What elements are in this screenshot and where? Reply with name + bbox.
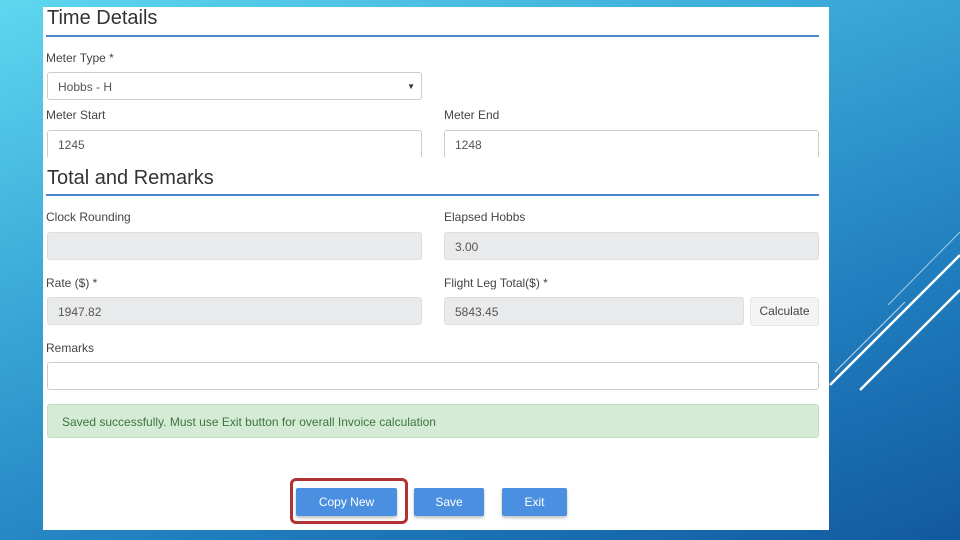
- time-details-form: Time Details Meter Type * Hobbs - H ▼ Me…: [43, 7, 829, 530]
- meter-type-label: Meter Type *: [46, 51, 114, 65]
- clock-rounding-label: Clock Rounding: [46, 210, 131, 224]
- rate-field: 1947.82: [47, 297, 422, 325]
- rate-label: Rate ($) *: [46, 276, 98, 290]
- save-button[interactable]: Save: [414, 488, 484, 516]
- remarks-label: Remarks: [46, 341, 95, 355]
- flight-leg-total-label: Flight Leg Total($) *: [444, 276, 548, 290]
- exit-button[interactable]: Exit: [502, 488, 567, 516]
- elapsed-hobbs-label: Elapsed Hobbs: [444, 210, 526, 224]
- meter-type-value: Hobbs - H: [58, 80, 113, 94]
- dropdown-arrow-icon: ▼: [407, 82, 415, 91]
- meter-type-select[interactable]: Hobbs - H ▼: [47, 72, 422, 100]
- meter-end-input[interactable]: 1248: [444, 130, 819, 157]
- meter-end-label: Meter End: [444, 108, 500, 122]
- remarks-input[interactable]: [47, 362, 819, 390]
- calculate-button[interactable]: Calculate: [750, 297, 819, 326]
- meter-start-label: Meter Start: [46, 108, 106, 122]
- copy-new-highlight: [290, 478, 408, 524]
- success-alert: Saved successfully. Must use Exit button…: [47, 404, 819, 438]
- time-details-heading: Time Details: [47, 7, 158, 29]
- clock-rounding-field: [47, 232, 422, 260]
- elapsed-hobbs-field: 3.00: [444, 232, 819, 260]
- flight-leg-total-field: 5843.45: [444, 297, 744, 325]
- section-divider: [46, 194, 819, 196]
- section-divider: [46, 35, 819, 37]
- meter-start-input[interactable]: 1245: [47, 130, 422, 157]
- total-remarks-heading: Total and Remarks: [47, 167, 214, 189]
